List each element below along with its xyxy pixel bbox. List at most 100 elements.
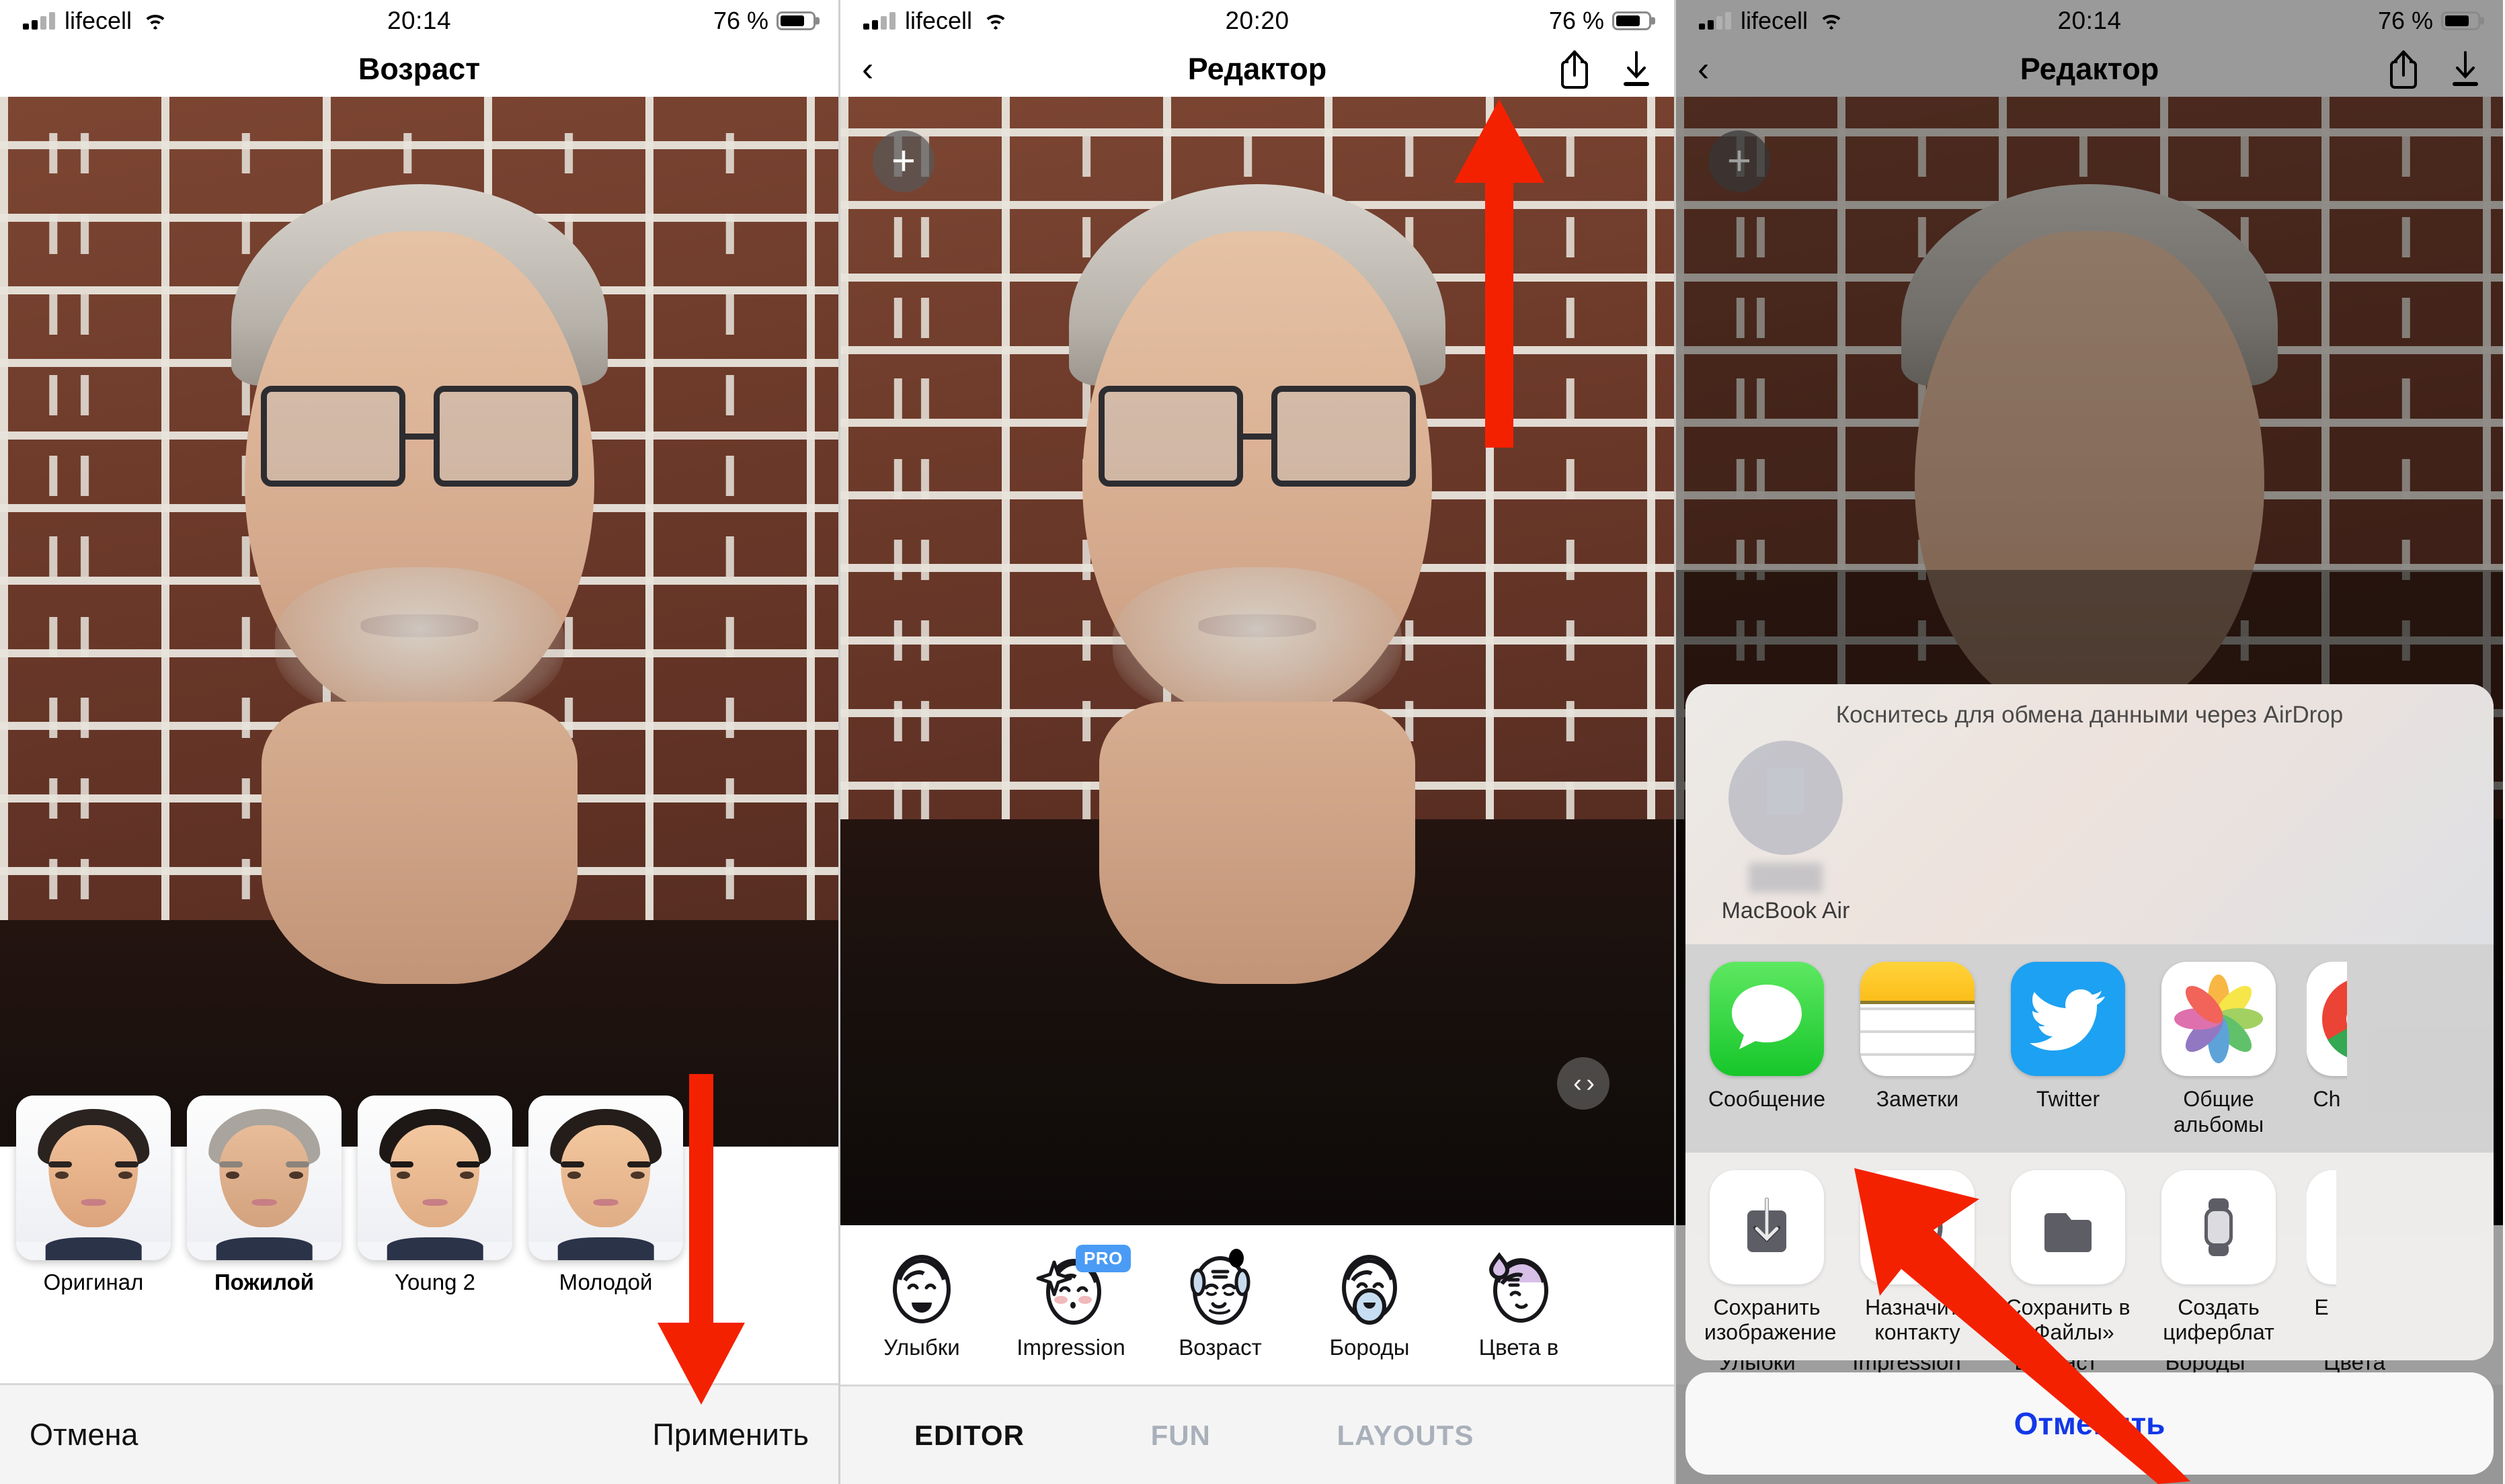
beard: [1113, 567, 1402, 722]
share-app-chrome[interactable]: Ch: [2307, 962, 2347, 1112]
thumbnail-label: Пожилой: [214, 1270, 315, 1294]
share-app-notes[interactable]: Заметки: [1855, 962, 1980, 1112]
battery-percent: 76 %: [2377, 7, 2433, 34]
hair-color-face-icon: [1479, 1249, 1558, 1328]
battery-icon: [1612, 11, 1651, 30]
action-save-image[interactable]: Сохранить изображение: [1704, 1169, 1837, 1346]
pro-badge: PRO: [1076, 1244, 1131, 1272]
tab-editor[interactable]: EDITOR: [914, 1419, 1025, 1452]
thumbnail-image: [16, 1096, 171, 1260]
new-dot-badge: [1229, 1248, 1244, 1268]
beard: [274, 567, 564, 722]
cancel-button[interactable]: Отмена: [30, 1417, 138, 1452]
photos-icon: [2161, 962, 2276, 1076]
share-app-messages[interactable]: Сообщение: [1704, 962, 1829, 1112]
chevron-left-icon[interactable]: ‹: [1698, 52, 1709, 87]
tool-label: Impression: [1017, 1334, 1125, 1360]
page-title: Редактор: [2020, 52, 2159, 86]
tool-label: Возраст: [1179, 1334, 1262, 1360]
share-app-label: Ch: [2313, 1087, 2341, 1111]
status-clock: 20:14: [387, 7, 452, 34]
tab-fun[interactable]: FUN: [1151, 1419, 1211, 1452]
airdrop-device[interactable]: MacBook Air: [1715, 741, 1856, 924]
tool-label: Бороды: [1329, 1334, 1410, 1360]
twitter-icon: [2011, 962, 2125, 1076]
thumbnail-label: Оригинал: [43, 1270, 144, 1294]
tool-hair-colors[interactable]: Цвета в: [1444, 1249, 1593, 1360]
arrow-to-apply-button: [658, 1074, 745, 1405]
share-app-label: Twitter: [2036, 1087, 2100, 1111]
smile-face-icon: [882, 1249, 961, 1328]
tool-smiles[interactable]: Улыбки: [847, 1249, 996, 1360]
chrome-icon: [2307, 962, 2347, 1076]
panel-share-sheet: lifecell 20:14 76 % ‹ Редактор + Улыбки …: [1674, 0, 2503, 1484]
arrow-to-save-image: [1854, 1168, 2190, 1484]
arrow-to-share-button: [1454, 99, 1544, 448]
thumbnail-image: [187, 1096, 342, 1260]
status-bar: lifecell 20:14 76 %: [1676, 0, 2503, 42]
share-up-icon[interactable]: [2387, 50, 2420, 89]
status-bar: lifecell 20:14 76 %: [0, 0, 838, 42]
neck: [1099, 702, 1415, 984]
neck: [261, 702, 578, 984]
resize-handle-icon[interactable]: ‹ ›: [1557, 1057, 1609, 1110]
download-icon[interactable]: [1620, 50, 1653, 88]
messages-icon: [1710, 962, 1824, 1076]
more-icon: [2307, 1169, 2336, 1284]
nav-bar: ‹ Редактор: [840, 42, 1674, 97]
airdrop-title: Коснитесь для обмена данными через AirDr…: [1835, 702, 2344, 728]
apply-button[interactable]: Применить: [652, 1417, 809, 1452]
plus-icon[interactable]: +: [873, 130, 935, 192]
beard-face-icon: [1330, 1249, 1409, 1328]
notes-icon: [1860, 962, 1975, 1076]
thumbnail-image: [358, 1096, 512, 1260]
airdrop-section: Коснитесь для обмена данными через AirDr…: [1685, 684, 2494, 944]
battery-percent: 76 %: [1548, 7, 1604, 34]
thumbnail-item[interactable]: Young 2: [358, 1096, 512, 1295]
tab-layouts[interactable]: LAYOUTS: [1337, 1419, 1474, 1452]
thumbnail-item[interactable]: Оригинал: [16, 1096, 171, 1295]
share-app-label: Заметки: [1876, 1087, 1959, 1111]
tool-impression[interactable]: PRO Impression: [996, 1244, 1146, 1360]
share-app-shared-albums[interactable]: Общие альбомы: [2156, 962, 2281, 1138]
nav-actions: [2387, 50, 2481, 89]
main-tab-bar[interactable]: EDITOR FUN LAYOUTS: [840, 1385, 1674, 1484]
tool-label: Улыбки: [883, 1334, 960, 1360]
share-app-label: Общие альбомы: [2173, 1087, 2264, 1137]
download-icon[interactable]: [2449, 50, 2481, 88]
nav-bar: Возраст: [0, 42, 838, 97]
tool-label: Цвета в: [1478, 1334, 1559, 1360]
status-right: 76 %: [1549, 7, 1651, 35]
thumbnail-item[interactable]: Пожилой: [187, 1096, 342, 1295]
save-image-icon: [1710, 1169, 1824, 1284]
share-up-icon[interactable]: [1558, 50, 1591, 89]
tool-age[interactable]: Возраст: [1146, 1248, 1295, 1360]
battery-percent: 76 %: [713, 7, 768, 34]
editor-tool-row[interactable]: Улыбки PRO Impression Возраст Бороды Цве…: [840, 1225, 1674, 1383]
nav-bar: ‹ Редактор: [1676, 42, 2503, 97]
page-title: Возраст: [358, 52, 481, 86]
action-label: Е: [2314, 1294, 2329, 1319]
old-face-icon: [1181, 1249, 1260, 1328]
tool-beards[interactable]: Бороды: [1295, 1249, 1444, 1360]
airdrop-device-username-blurred: [1749, 863, 1823, 893]
panel-editor: lifecell 20:20 76 % ‹ Редактор + ‹ › Улы…: [838, 0, 1674, 1484]
airdrop-device-name: MacBook Air: [1721, 898, 1850, 923]
panel-age-editor: lifecell 20:14 76 % Возраст Оригинал Пож…: [0, 0, 838, 1484]
share-app-twitter[interactable]: Twitter: [2005, 962, 2131, 1112]
battery-icon: [2441, 11, 2480, 30]
battery-icon: [777, 11, 816, 30]
airdrop-device-avatar-icon: [1728, 741, 1843, 855]
nav-actions: [1558, 50, 1653, 89]
share-apps-row[interactable]: Сообщение Заметки Twitter Общие альбомы …: [1685, 944, 2494, 1153]
share-app-label: Сообщение: [1708, 1087, 1826, 1111]
status-right: 76 %: [713, 7, 816, 35]
page-title: Редактор: [1187, 52, 1327, 86]
status-right: 76 %: [2378, 7, 2480, 35]
chevron-left-icon[interactable]: ‹: [862, 52, 873, 87]
action-more[interactable]: Е: [2307, 1169, 2336, 1321]
glasses: [260, 386, 578, 487]
screenshot-triptych: lifecell 20:14 76 % Возраст Оригинал Пож…: [0, 0, 2505, 1484]
action-label: Сохранить изображение: [1704, 1294, 1837, 1345]
status-bar: lifecell 20:20 76 %: [840, 0, 1674, 42]
